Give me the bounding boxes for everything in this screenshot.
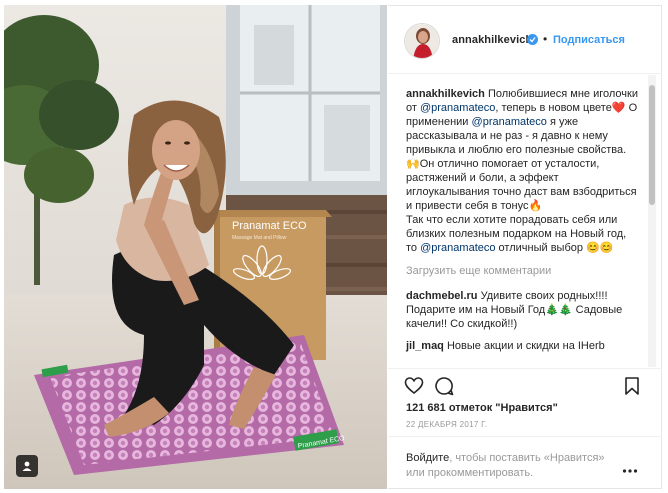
post-photo[interactable]: Pranamat ECO Massage Mat and Pillow Pran… bbox=[4, 5, 387, 489]
caption-mention-3[interactable]: @pranamateco bbox=[420, 242, 495, 254]
caption: annakhilkevich Полюбившиеся мне иголочки… bbox=[406, 87, 638, 255]
likes-count[interactable]: 121 681 отметок "Нравится" bbox=[406, 402, 558, 414]
header-separator: • bbox=[543, 32, 548, 46]
comment-item: jil_maq Новые акции и скидки на IHerb bbox=[406, 339, 638, 353]
header-username[interactable]: annakhilkevich bbox=[452, 34, 532, 46]
post-date: 22 ДЕКАБРЯ 2017 Г. bbox=[406, 420, 488, 429]
comment-text: Новые акции и скидки на IHerb bbox=[446, 340, 605, 352]
photo-tag-icon[interactable] bbox=[16, 455, 38, 477]
caption-author[interactable]: annakhilkevich bbox=[406, 88, 485, 100]
login-prompt-text-2: или прокомментировать. bbox=[406, 467, 534, 479]
scrollbar-thumb[interactable] bbox=[649, 85, 655, 205]
post-header: annakhilkevich • Подписаться bbox=[388, 6, 662, 74]
box-subtitle-text: Massage Mat and Pillow bbox=[232, 235, 287, 241]
action-bar bbox=[388, 368, 662, 398]
comments-scrollbar[interactable] bbox=[648, 75, 656, 367]
follow-button[interactable]: Подписаться bbox=[553, 34, 625, 46]
caption-mention-1[interactable]: @pranamateco bbox=[420, 102, 495, 114]
post-side-panel: annakhilkevich • Подписаться annakhilkev… bbox=[388, 5, 662, 489]
caption-text-5: отличный выбор 😊😊 bbox=[498, 242, 614, 254]
login-prompt: Войдите, чтобы поставить «Нравится» или … bbox=[388, 436, 662, 490]
login-link[interactable]: Войдите bbox=[406, 452, 449, 464]
comment-icon[interactable] bbox=[434, 376, 454, 396]
more-icon[interactable] bbox=[622, 461, 638, 473]
comments-list[interactable]: annakhilkevich Полюбившиеся мне иголочки… bbox=[388, 75, 646, 367]
box-brand-text: Pranamat ECO bbox=[232, 220, 307, 232]
comment-author[interactable]: dachmebel.ru bbox=[406, 290, 478, 302]
comment-item: dachmebel.ru Удивите своих родных!!!! По… bbox=[406, 289, 638, 331]
comment-author[interactable]: jil_maq bbox=[406, 340, 444, 352]
instagram-post-page: Pranamat ECO Massage Mat and Pillow Pran… bbox=[0, 0, 668, 493]
caption-mention-2[interactable]: @pranamateco bbox=[472, 116, 547, 128]
load-more-comments-button[interactable]: Загрузить еще комментарии bbox=[406, 265, 638, 277]
login-prompt-text: Войдите, чтобы поставить «Нравится» или … bbox=[406, 451, 626, 481]
verified-icon bbox=[527, 34, 538, 45]
photo-scene: Pranamat ECO Massage Mat and Pillow Pran… bbox=[4, 5, 387, 489]
heart-icon[interactable] bbox=[404, 376, 424, 396]
caption-text-3: я уже рассказывала и не раз - я давно к … bbox=[406, 116, 637, 212]
bookmark-icon[interactable] bbox=[622, 376, 642, 396]
login-prompt-text-1: , чтобы поставить «Нравится» bbox=[449, 452, 605, 464]
avatar[interactable] bbox=[404, 23, 440, 59]
